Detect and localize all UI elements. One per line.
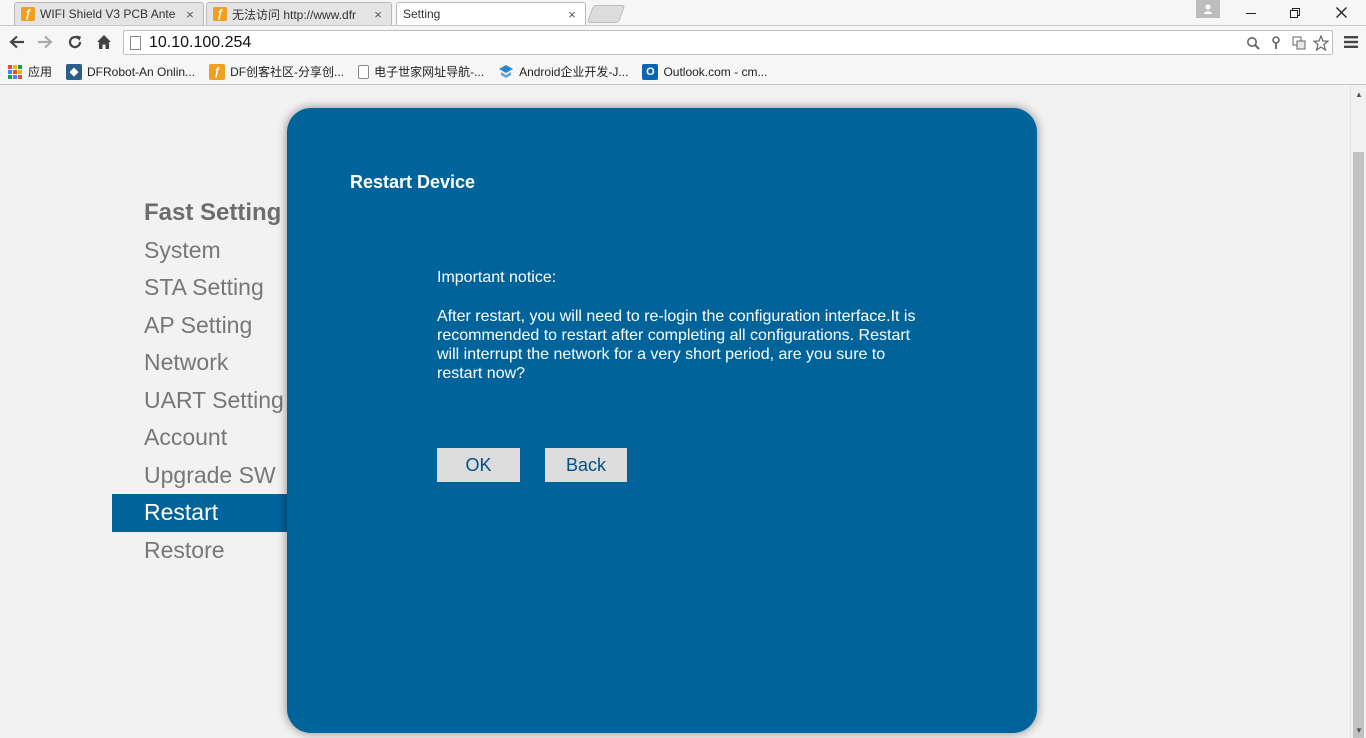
dialog-title: Restart Device — [350, 172, 476, 192]
notice-heading: Important notice: — [437, 269, 557, 286]
bookmark-dianzi[interactable]: 电子世家网址导航-... — [358, 63, 484, 80]
sidebar-item-account[interactable]: Account — [112, 419, 312, 457]
bookmark-android[interactable]: Android企业开发-J... — [498, 63, 628, 80]
bookmark-label: Outlook.com - cm... — [663, 64, 768, 79]
browser-menu-icon[interactable] — [1340, 31, 1362, 53]
android-dev-icon — [498, 64, 514, 80]
address-bar[interactable]: 10.10.100.254 — [123, 30, 1333, 55]
bookmark-label: DFRobot-An Onlin... — [87, 64, 196, 79]
page-icon — [358, 64, 370, 79]
bookmark-apps[interactable]: 应用 — [8, 63, 52, 80]
page-scrollbar[interactable]: ▲ ▼ — [1350, 86, 1366, 738]
sidebar-item-fast-setting[interactable]: Fast Setting — [112, 194, 312, 232]
tab-title: 无法访问 http://www.dfr — [232, 7, 357, 22]
translate-icon[interactable] — [1290, 34, 1308, 52]
sidebar-item-uart-setting[interactable]: UART Setting — [112, 382, 312, 420]
page-icon — [130, 36, 141, 50]
sidebar-item-system[interactable]: System — [112, 232, 312, 270]
minimize-icon[interactable] — [1228, 0, 1274, 25]
tab-title: WIFI Shield V3 PCB Ante — [40, 7, 176, 21]
scrollbar-thumb[interactable] — [1353, 152, 1364, 738]
apps-icon — [8, 64, 22, 79]
scroll-up-icon[interactable]: ▲ — [1351, 86, 1366, 102]
browser-tab[interactable]: ƒ 无法访问 http://www.dfr × — [206, 2, 392, 25]
ok-button[interactable]: OK — [437, 448, 520, 482]
bookmark-dfrobot[interactable]: ◆ DFRobot-An Onlin... — [66, 63, 196, 80]
bookmark-label: 电子世家网址导航-... — [374, 65, 485, 79]
bookmark-df-community[interactable]: ƒ DF创客社区-分享创... — [209, 63, 344, 80]
bookmarks-bar: 应用 ◆ DFRobot-An Onlin... ƒ DF创客社区-分享创...… — [0, 59, 1366, 85]
back-icon[interactable] — [6, 31, 28, 53]
sidebar-item-upgrade-sw[interactable]: Upgrade SW — [112, 457, 312, 495]
tab-strip: ƒ WIFI Shield V3 PCB Ante × ƒ 无法访问 http:… — [0, 0, 1366, 25]
df-favicon-icon: ƒ — [213, 7, 227, 21]
restart-dialog: Restart Device Important notice: After r… — [287, 108, 1037, 733]
url-text[interactable]: 10.10.100.254 — [149, 34, 251, 52]
browser-toolbar: 10.10.100.254 — [0, 25, 1366, 59]
home-icon[interactable] — [93, 31, 115, 53]
close-window-icon[interactable] — [1318, 0, 1364, 25]
browser-tab[interactable]: ƒ WIFI Shield V3 PCB Ante × — [14, 2, 204, 25]
bookmark-outlook[interactable]: O Outlook.com - cm... — [642, 63, 768, 80]
back-button[interactable]: Back — [545, 448, 627, 482]
reload-icon[interactable] — [64, 31, 86, 53]
sidebar-item-ap-setting[interactable]: AP Setting — [112, 307, 312, 345]
close-tab-icon[interactable]: × — [565, 7, 579, 22]
bookmark-label: 应用 — [28, 65, 53, 79]
new-tab-button[interactable] — [586, 5, 626, 23]
page-content: Fast Setting System STA Setting AP Setti… — [0, 86, 1350, 738]
sidebar-item-restore[interactable]: Restore — [112, 532, 312, 570]
dfrobot-icon: ◆ — [66, 63, 83, 80]
scroll-down-icon[interactable]: ▼ — [1351, 722, 1366, 738]
zoom-icon[interactable] — [1244, 34, 1262, 52]
sidebar-item-sta-setting[interactable]: STA Setting — [112, 269, 312, 307]
restore-window-icon[interactable] — [1272, 0, 1318, 25]
df-favicon-icon: ƒ — [209, 63, 226, 80]
outlook-icon: O — [642, 63, 659, 80]
forward-icon[interactable] — [34, 31, 56, 53]
notice-body: After restart, you will need to re-login… — [437, 308, 916, 382]
close-tab-icon[interactable]: × — [183, 7, 197, 22]
bookmark-label: Android企业开发-J... — [519, 65, 629, 79]
sidebar-item-restart[interactable]: Restart — [112, 494, 312, 532]
close-tab-icon[interactable]: × — [371, 7, 385, 22]
user-profile-icon[interactable] — [1196, 0, 1220, 18]
browser-tab-active[interactable]: Setting × — [396, 2, 586, 25]
extension-key-icon[interactable] — [1267, 34, 1285, 52]
tab-title: Setting — [403, 7, 441, 21]
bookmark-star-icon[interactable] — [1312, 34, 1330, 52]
settings-sidebar: Fast Setting System STA Setting AP Setti… — [112, 194, 312, 569]
df-favicon-icon: ƒ — [21, 7, 35, 21]
sidebar-item-network[interactable]: Network — [112, 344, 312, 382]
bookmark-label: DF创客社区-分享创... — [230, 65, 345, 79]
